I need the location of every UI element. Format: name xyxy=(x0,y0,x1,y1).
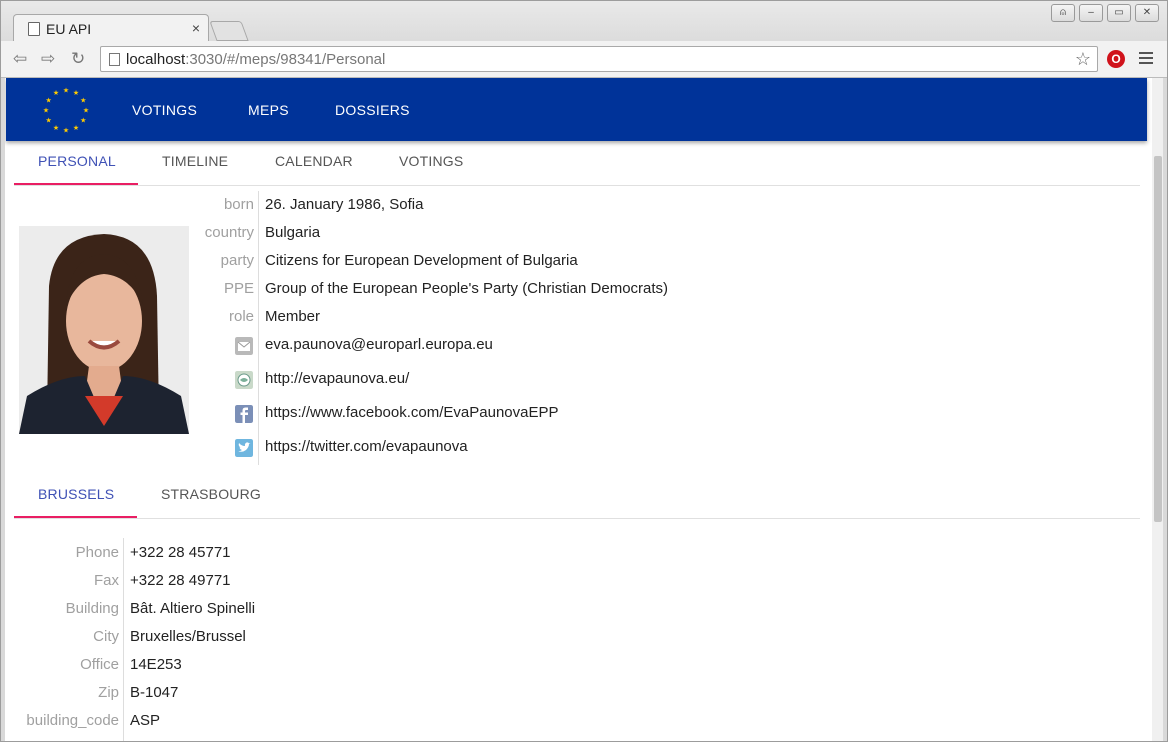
eu-star: ★ xyxy=(63,127,69,135)
party-label: party xyxy=(220,252,254,269)
page-viewport: ★ ★ ★ ★ ★ ★ ★ ★ ★ ★ ★ ★ VOTINGS MEPS DOSSIERS PERSO… xyxy=(5,78,1163,741)
facebook-icon xyxy=(235,405,253,423)
url-path: :3030/#/meps/98341/Personal xyxy=(185,51,386,68)
office-label: Office xyxy=(80,656,119,673)
country-label: country xyxy=(204,224,254,241)
office-value: 14E253 xyxy=(130,656,182,673)
role-label: role xyxy=(228,308,254,325)
address-bar[interactable]: localhost:3030/#/meps/98341/Personal ☆ xyxy=(100,46,1098,72)
eu-star: ★ xyxy=(80,117,86,125)
group-value: Group of the European People's Party (Ch… xyxy=(265,280,669,297)
tab-calendar[interactable]: CALENDAR xyxy=(275,153,353,169)
website-icon xyxy=(235,371,253,389)
twitter-link[interactable]: https://twitter.com/evapaunova xyxy=(265,438,468,455)
office-divider xyxy=(123,538,124,741)
reload-icon[interactable]: ↻ xyxy=(71,49,85,69)
menu-icon[interactable] xyxy=(1139,52,1153,67)
page-scrollbar[interactable] xyxy=(1152,78,1163,741)
fax-value: +322 28 49771 xyxy=(130,572,231,589)
zip-label: Zip xyxy=(98,684,119,701)
born-label: born xyxy=(223,196,254,213)
tab-title: EU API xyxy=(46,21,92,37)
browser-tab[interactable]: EU API × xyxy=(13,14,209,42)
website-link[interactable]: http://evapaunova.eu/ xyxy=(265,370,409,387)
back-icon[interactable]: ⇦ xyxy=(13,49,27,69)
city-label: City xyxy=(93,628,119,645)
facebook-link[interactable]: https://www.facebook.com/EvaPaunovaEPP xyxy=(265,404,559,421)
url-text[interactable]: localhost:3030/#/meps/98341/Personal xyxy=(126,51,385,68)
url-host: localhost xyxy=(126,51,186,68)
extension-icon[interactable]: O xyxy=(1107,50,1125,68)
country-value: Bulgaria xyxy=(265,224,321,241)
eu-star: ★ xyxy=(53,124,59,132)
bookmark-star-icon[interactable]: ☆ xyxy=(1075,49,1091,70)
phone-label: Phone xyxy=(75,544,119,561)
email-link[interactable]: eva.paunova@europarl.europa.eu xyxy=(265,336,493,353)
phone-value: +322 28 45771 xyxy=(130,544,231,561)
email-icon xyxy=(235,337,253,355)
nav-dossiers[interactable]: DOSSIERS xyxy=(335,102,410,118)
tab-brussels[interactable]: BRUSSELS xyxy=(38,486,114,502)
browser-window: EU API × ⍝ – ▭ ✕ ⇦ ⇨ ↻ localhost:3030/#/… xyxy=(0,0,1168,742)
building-label: Building xyxy=(65,600,119,617)
forward-icon[interactable]: ⇨ xyxy=(41,49,55,69)
page-icon xyxy=(28,22,40,36)
building-value: Bât. Altiero Spinelli xyxy=(130,600,256,617)
born-value: 26. January 1986, Sofia xyxy=(265,196,424,213)
active-office-tab-indicator xyxy=(14,516,137,518)
tab-votings[interactable]: VOTINGS xyxy=(399,153,463,169)
app-header: ★ ★ ★ ★ ★ ★ ★ ★ ★ ★ ★ ★ VOTINGS MEPS DOSSIERS xyxy=(6,78,1147,141)
group-label: PPE xyxy=(223,280,254,297)
eu-star: ★ xyxy=(83,107,89,115)
office-tabs: BRUSSELS STRASBOURG xyxy=(14,474,1140,519)
zip-value: B-1047 xyxy=(130,684,179,701)
eu-star: ★ xyxy=(73,124,79,132)
tab-timeline[interactable]: TIMELINE xyxy=(162,153,228,169)
new-tab-button[interactable] xyxy=(209,21,249,41)
nav-votings[interactable]: VOTINGS xyxy=(132,102,197,118)
minimize-button[interactable]: – xyxy=(1079,4,1103,22)
maximize-button[interactable]: ▭ xyxy=(1107,4,1131,22)
user-icon[interactable]: ⍝ xyxy=(1051,4,1075,22)
personal-divider xyxy=(258,191,259,465)
eu-star: ★ xyxy=(73,89,79,97)
mep-tabs: PERSONAL TIMELINE CALENDAR VOTINGS xyxy=(14,141,1140,186)
scrollbar-thumb[interactable] xyxy=(1154,156,1162,522)
eu-star: ★ xyxy=(53,89,59,97)
city-value: Bruxelles/Brussel xyxy=(130,628,246,645)
building-code-label: building_code xyxy=(26,712,119,729)
eu-flag-logo: ★ ★★★★★★★★★★★ xyxy=(43,87,89,135)
page-icon xyxy=(109,53,120,66)
party-value: Citizens for European Development of Bul… xyxy=(265,252,578,269)
eu-star: ★ xyxy=(46,117,52,125)
tab-close-icon[interactable]: × xyxy=(192,20,200,36)
twitter-icon xyxy=(235,439,253,457)
fax-label: Fax xyxy=(93,572,119,589)
browser-toolbar: ⇦ ⇨ ↻ localhost:3030/#/meps/98341/Person… xyxy=(1,41,1167,78)
eu-star: ★ xyxy=(63,87,69,95)
tab-strasbourg[interactable]: STRASBOURG xyxy=(161,486,261,502)
close-window-button[interactable]: ✕ xyxy=(1135,4,1159,22)
role-value: Member xyxy=(265,308,321,325)
active-tab-indicator xyxy=(14,183,138,185)
tab-personal[interactable]: PERSONAL xyxy=(38,153,116,169)
window-controls: ⍝ – ▭ ✕ xyxy=(1051,4,1159,22)
nav-meps[interactable]: MEPS xyxy=(248,102,289,118)
eu-star: ★ xyxy=(46,97,52,105)
eu-star: ★ xyxy=(43,107,49,115)
tab-strip: EU API × ⍝ – ▭ ✕ xyxy=(1,1,1167,42)
eu-star: ★ xyxy=(80,97,86,105)
building-code-value: ASP xyxy=(130,712,161,729)
